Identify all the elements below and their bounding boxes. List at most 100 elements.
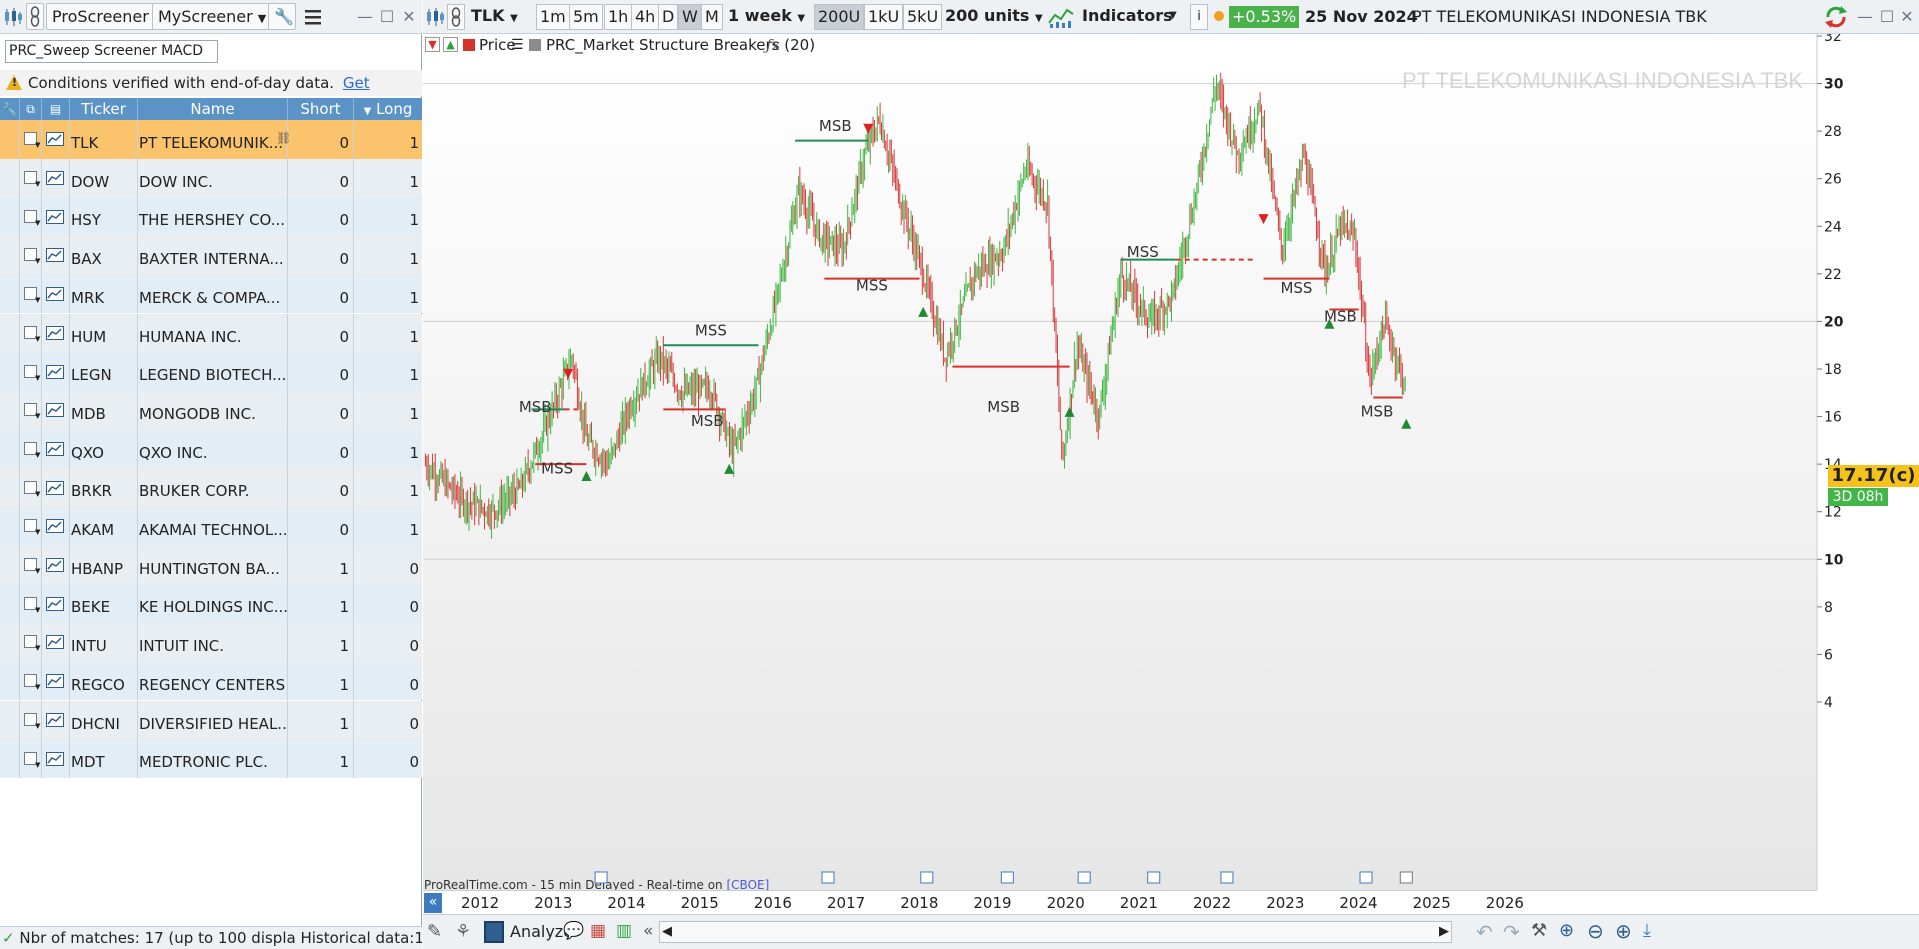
zoom-fit-icon[interactable]: ⊕ bbox=[1559, 920, 1574, 941]
formula-icon[interactable]: ƒx bbox=[766, 34, 780, 56]
row-dropdown-icon[interactable]: ▼ bbox=[35, 297, 40, 304]
table-row[interactable]: LEGN LEGEND BIOTECH... 0 1 ▼ bbox=[0, 352, 422, 391]
info-icon[interactable]: i bbox=[1190, 4, 1208, 30]
row-dropdown-icon[interactable]: ▼ bbox=[35, 219, 40, 227]
symbol-dropdown[interactable]: TLK ▼ bbox=[468, 4, 521, 30]
table-row[interactable]: HBANP HUNTINGTON BA... 1 0 ▼ bbox=[0, 545, 422, 585]
indicators-button[interactable]: Indicators bbox=[1079, 4, 1176, 30]
table-row[interactable]: HSY THE HERSHEY CO... 0 1 ▼ bbox=[0, 197, 422, 237]
units-5ku-button[interactable]: 5kU bbox=[903, 4, 943, 30]
zoom-in-icon[interactable]: ⊕ bbox=[1615, 919, 1632, 943]
row-options-cell[interactable] bbox=[0, 545, 20, 585]
copy-column-icon[interactable]: ⧉ bbox=[20, 98, 42, 120]
row-options-cell[interactable] bbox=[0, 584, 20, 624]
row-options-cell[interactable] bbox=[0, 623, 20, 662]
row-dropdown-icon[interactable]: ▼ bbox=[35, 335, 40, 343]
ticker-header[interactable]: Ticker bbox=[70, 98, 138, 120]
candles-icon[interactable] bbox=[3, 6, 23, 28]
row-dropdown-icon[interactable]: ▼ bbox=[35, 645, 40, 652]
table-row[interactable]: TLK PT TELEKOMUNIK... 0 1 ▼ ⛓ bbox=[0, 120, 422, 159]
ticker-cell[interactable]: QXO bbox=[70, 429, 138, 469]
name-cell[interactable]: REGENCY CENTERS bbox=[138, 661, 288, 701]
row-options-cell[interactable] bbox=[0, 739, 20, 778]
row-options-cell[interactable] bbox=[0, 197, 20, 237]
undo-icon[interactable]: ↶ bbox=[1476, 920, 1493, 944]
mini-chart-icon[interactable] bbox=[46, 635, 64, 650]
name-cell[interactable]: DIVERSIFIED HEAL... bbox=[138, 700, 288, 740]
link-icon[interactable] bbox=[447, 4, 465, 30]
ticker-cell[interactable]: MDB bbox=[70, 390, 138, 430]
row-options-cell[interactable] bbox=[0, 120, 20, 159]
report-icon[interactable]: ▦ bbox=[590, 921, 606, 941]
chart-column-icon[interactable]: ▤ bbox=[42, 98, 70, 120]
name-cell[interactable]: MONGODB INC. bbox=[138, 390, 288, 430]
wrench-icon[interactable]: 🔧 bbox=[268, 3, 296, 30]
scroll-end-icon[interactable]: ⤓ bbox=[1643, 920, 1651, 941]
menu-icon[interactable] bbox=[304, 7, 322, 27]
units-200u-button[interactable]: 200U bbox=[814, 4, 865, 30]
table-row[interactable]: BAX BAXTER INTERNA... 0 1 ▼ bbox=[0, 236, 422, 275]
pencil-icon[interactable]: ✎ bbox=[427, 921, 442, 942]
ticker-cell[interactable]: MRK bbox=[70, 274, 138, 314]
redo-icon[interactable]: ↷ bbox=[1503, 920, 1520, 944]
name-cell[interactable]: MERCK & COMPA... bbox=[138, 274, 288, 314]
close-icon[interactable]: ✕ bbox=[1897, 6, 1917, 28]
short-header[interactable]: Short bbox=[288, 98, 354, 120]
name-header[interactable]: Name bbox=[138, 98, 288, 120]
table-row[interactable]: BEKE KE HOLDINGS INC... 1 0 ▼ bbox=[0, 584, 422, 624]
tf-d-button[interactable]: D bbox=[658, 4, 679, 30]
row-options-cell[interactable] bbox=[0, 390, 20, 430]
mini-chart-icon[interactable] bbox=[46, 674, 64, 689]
collapse-left-icon[interactable]: « bbox=[643, 921, 653, 941]
table-row[interactable]: INTU INTUIT INC. 1 0 ▼ bbox=[0, 623, 422, 662]
mini-chart-icon[interactable] bbox=[46, 712, 64, 727]
row-options-cell[interactable] bbox=[0, 236, 20, 275]
horizontal-scrollbar[interactable]: ◀ ▶ bbox=[659, 921, 1452, 943]
name-cell[interactable]: QXO INC. bbox=[138, 429, 288, 469]
scroll-left-icon[interactable]: « bbox=[424, 893, 442, 913]
minimize-icon[interactable]: — bbox=[1855, 6, 1875, 28]
ticker-cell[interactable]: HBANP bbox=[70, 545, 138, 585]
table-row[interactable]: DOW DOW INC. 0 1 ▼ bbox=[0, 158, 422, 198]
row-dropdown-icon[interactable]: ▼ bbox=[35, 722, 40, 730]
mini-chart-icon[interactable] bbox=[46, 441, 64, 456]
row-dropdown-icon[interactable]: ▼ bbox=[35, 413, 40, 420]
grid-icon[interactable]: ▥ bbox=[616, 921, 632, 941]
maximize-icon[interactable]: ☐ bbox=[1877, 6, 1897, 28]
mini-chart-icon[interactable] bbox=[46, 171, 64, 186]
ticker-cell[interactable]: BRKR bbox=[70, 468, 138, 507]
tf-4h-button[interactable]: 4h bbox=[631, 4, 660, 30]
network-icon[interactable]: ⚘ bbox=[455, 921, 471, 942]
table-row[interactable]: AKAM AKAMAI TECHNOL... 0 1 ▼ bbox=[0, 507, 422, 546]
ticker-cell[interactable]: BEKE bbox=[70, 584, 138, 624]
row-options-cell[interactable] bbox=[0, 158, 20, 198]
indicators-dropdown[interactable]: ▼ bbox=[1166, 4, 1180, 30]
close-icon[interactable]: ✕ bbox=[399, 6, 419, 28]
list-icon[interactable]: ☰ bbox=[511, 34, 524, 56]
ticker-cell[interactable]: INTU bbox=[70, 623, 138, 662]
tools-icon[interactable]: ⚒ bbox=[1531, 920, 1547, 941]
ticker-cell[interactable]: HSY bbox=[70, 197, 138, 237]
scroll-right-arrow-icon[interactable]: ▶ bbox=[1439, 922, 1449, 942]
mini-chart-icon[interactable] bbox=[46, 596, 64, 611]
myscreener-dropdown[interactable]: MyScreener ▼ bbox=[152, 3, 273, 30]
row-dropdown-icon[interactable]: ▼ bbox=[35, 684, 40, 691]
ticker-cell[interactable]: TLK bbox=[70, 120, 138, 159]
ticker-cell[interactable]: HUM bbox=[70, 313, 138, 353]
minimize-icon[interactable]: — bbox=[355, 6, 375, 28]
mini-chart-icon[interactable] bbox=[46, 403, 64, 418]
name-cell[interactable]: BRUKER CORP. bbox=[138, 468, 288, 507]
refresh-icon[interactable] bbox=[1823, 4, 1849, 30]
get-link[interactable]: Get bbox=[343, 74, 370, 92]
scroll-left-arrow-icon[interactable]: ◀ bbox=[662, 922, 672, 942]
indicators-icon[interactable] bbox=[1047, 5, 1075, 29]
name-cell[interactable]: LEGEND BIOTECH... bbox=[138, 352, 288, 391]
long-header[interactable]: ▼ Long bbox=[354, 98, 422, 120]
table-row[interactable]: QXO QXO INC. 0 1 ▼ bbox=[0, 429, 422, 469]
name-cell[interactable]: THE HERSHEY CO... bbox=[138, 197, 288, 237]
row-dropdown-icon[interactable]: ▼ bbox=[35, 181, 40, 188]
analyze-icon[interactable] bbox=[484, 921, 504, 943]
ticker-cell[interactable]: MDT bbox=[70, 739, 138, 778]
link-icon[interactable]: ⛓ bbox=[276, 131, 291, 145]
table-row[interactable]: MDT MEDTRONIC PLC. 1 0 ▼ bbox=[0, 739, 422, 778]
